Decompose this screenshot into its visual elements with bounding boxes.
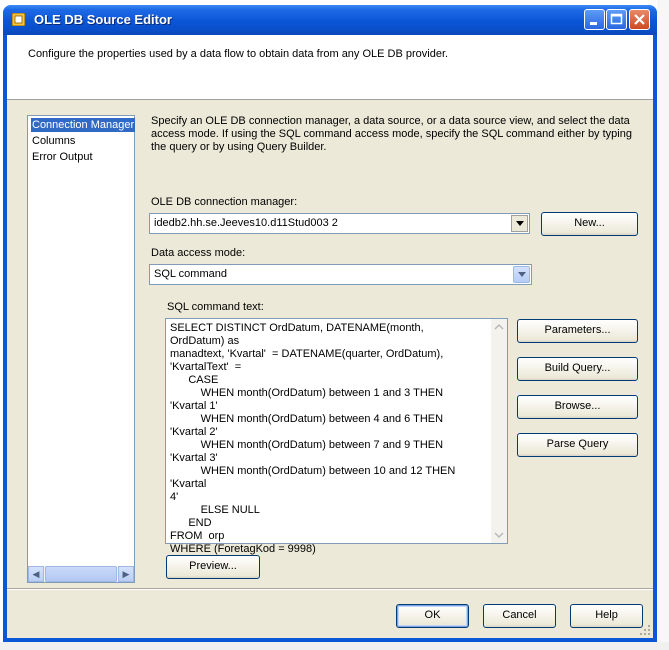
chevron-down-icon bbox=[518, 272, 526, 277]
instructions-text: Specify an OLE DB connection manager, a … bbox=[151, 115, 632, 153]
access-mode-combo[interactable]: SQL command bbox=[149, 264, 532, 285]
new-connection-button[interactable]: New... bbox=[541, 212, 638, 236]
chevron-down-icon bbox=[516, 221, 524, 226]
nav-item-error-output[interactable]: Error Output bbox=[31, 150, 94, 164]
dialog-window: OLE DB Source Editor Configure the prope… bbox=[3, 5, 657, 642]
page-navigation-list: Connection Manager Columns Error Output … bbox=[27, 115, 136, 583]
connection-manager-combo[interactable]: idedb2.hh.se.Jeeves10.d11Stud003 2 bbox=[149, 213, 530, 234]
minimize-button[interactable] bbox=[584, 9, 605, 30]
title-bar[interactable]: OLE DB Source Editor bbox=[3, 5, 657, 35]
nav-horizontal-scrollbar[interactable]: ◀ ▶ bbox=[28, 566, 134, 582]
scroll-left-icon[interactable]: ◀ bbox=[28, 566, 44, 582]
close-icon bbox=[634, 14, 645, 25]
minimize-icon bbox=[590, 22, 597, 25]
ok-button[interactable]: OK bbox=[396, 604, 469, 628]
scroll-up-icon[interactable] bbox=[494, 323, 504, 331]
close-button[interactable] bbox=[629, 9, 650, 30]
access-mode-value: SQL command bbox=[154, 268, 227, 280]
connection-manager-label: OLE DB connection manager: bbox=[151, 196, 298, 208]
scroll-right-icon[interactable]: ▶ bbox=[118, 566, 134, 582]
connection-manager-value: idedb2.hh.se.Jeeves10.d11Stud003 2 bbox=[154, 217, 338, 229]
resize-grip-icon[interactable] bbox=[639, 624, 651, 636]
maximize-icon bbox=[610, 13, 623, 25]
header-description: Configure the properties used by a data … bbox=[28, 48, 449, 60]
build-query-button[interactable]: Build Query... bbox=[517, 357, 638, 381]
sql-command-text: SELECT DISTINCT OrdDatum, DATENAME(month… bbox=[170, 322, 456, 555]
sql-command-label: SQL command text: bbox=[167, 301, 264, 313]
dropdown-button[interactable] bbox=[511, 215, 528, 232]
browse-button[interactable]: Browse... bbox=[517, 395, 638, 419]
scrollbar-thumb[interactable] bbox=[45, 566, 117, 582]
sql-command-textarea[interactable]: SELECT DISTINCT OrdDatum, DATENAME(month… bbox=[165, 318, 508, 555]
dialog-client-area: Configure the properties used by a data … bbox=[7, 35, 653, 638]
parameters-button[interactable]: Parameters... bbox=[517, 319, 638, 343]
dropdown-button[interactable] bbox=[513, 266, 530, 283]
scroll-down-icon[interactable] bbox=[494, 531, 504, 539]
nav-item-columns[interactable]: Columns bbox=[31, 134, 76, 148]
footer-divider bbox=[7, 588, 653, 590]
access-mode-label: Data access mode: bbox=[151, 247, 246, 259]
app-icon bbox=[12, 13, 26, 26]
help-button[interactable]: Help bbox=[570, 604, 643, 628]
sql-vertical-scrollbar[interactable] bbox=[491, 319, 507, 543]
background-edge-bottom bbox=[0, 642, 669, 650]
background-edge bbox=[657, 0, 669, 650]
dialog-header: Configure the properties used by a data … bbox=[7, 35, 653, 100]
preview-button[interactable]: Preview... bbox=[166, 555, 260, 579]
maximize-button[interactable] bbox=[606, 9, 627, 30]
window-title: OLE DB Source Editor bbox=[34, 12, 172, 27]
cancel-button[interactable]: Cancel bbox=[483, 604, 556, 628]
parse-query-button[interactable]: Parse Query bbox=[517, 433, 638, 457]
nav-item-connection-manager[interactable]: Connection Manager bbox=[31, 118, 136, 132]
